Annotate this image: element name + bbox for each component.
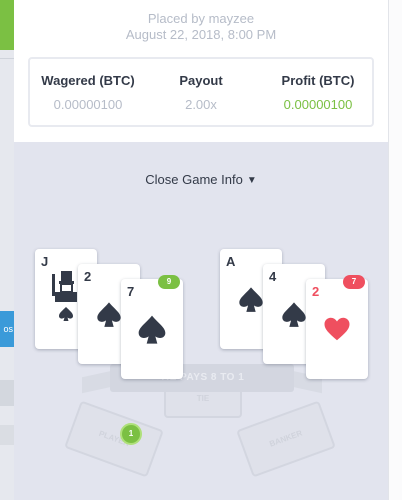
close-game-info-label: Close Game Info [145,172,243,187]
spade-icon [136,313,168,345]
heart-icon [322,314,352,344]
card-rank: 2 [312,284,320,299]
bet-details-modal: Placed by mayzee August 22, 2018, 8:00 P… [14,0,388,500]
stat-payout: Payout 2.00x [166,73,236,112]
card-rank: J [41,254,49,269]
background-divider [0,58,14,59]
banker-total-badge: 7 [343,275,365,289]
wagered-label: Wagered (BTC) [41,73,135,88]
wagered-value: 0.00000100 [53,97,123,112]
spade-icon [95,300,123,328]
player-card-3: 7 9 [121,275,183,379]
banner-ribbon-left [82,370,112,394]
player-bet-zone[interactable]: PLAYER [64,400,164,478]
background-panel-secondary [0,425,14,445]
payout-label: Payout [179,73,223,88]
profit-label: Profit (BTC) [281,73,355,88]
card-rank: 7 [127,284,135,299]
close-game-info-toggle[interactable]: Close Game Info ▼ [14,172,388,187]
banker-bet-zone[interactable]: BANKER [236,400,336,478]
bet-summary: Placed by mayzee August 22, 2018, 8:00 P… [14,0,388,142]
chevron-down-icon: ▼ [246,175,257,187]
player-total-badge: 9 [158,275,180,289]
payout-value: 2.00x [185,97,217,112]
background-scroll-area [388,0,402,500]
tie-zone-label: TIE [196,394,210,403]
background-panel [0,380,14,406]
placed-by-text: Placed by mayzee [147,11,255,26]
banker-card-3: 2 7 [306,275,368,379]
card-rank: 4 [269,269,277,284]
background-side-button[interactable]: os [0,311,14,347]
spade-icon [237,285,265,313]
game-info-area: Close Game Info ▼ TIE PLAYER BANKER TIE P… [14,142,388,500]
banker-zone-label: BANKER [268,428,304,449]
placed-date-text: August 22, 2018, 8:00 PM [125,27,277,42]
card-rank: 2 [84,269,92,284]
background-header-accent [0,0,14,50]
card-rank: A [226,254,236,269]
stat-wagered: Wagered (BTC) 0.00000100 [38,73,138,112]
bet-stats-box: Wagered (BTC) 0.00000100 Payout 2.00x Pr… [28,57,374,127]
stat-profit: Profit (BTC) 0.00000100 [270,73,366,112]
spade-icon [280,300,308,328]
profit-value: 0.00000100 [283,97,353,112]
jack-face-icon [51,269,81,321]
bet-chip[interactable]: 1 [120,423,142,445]
